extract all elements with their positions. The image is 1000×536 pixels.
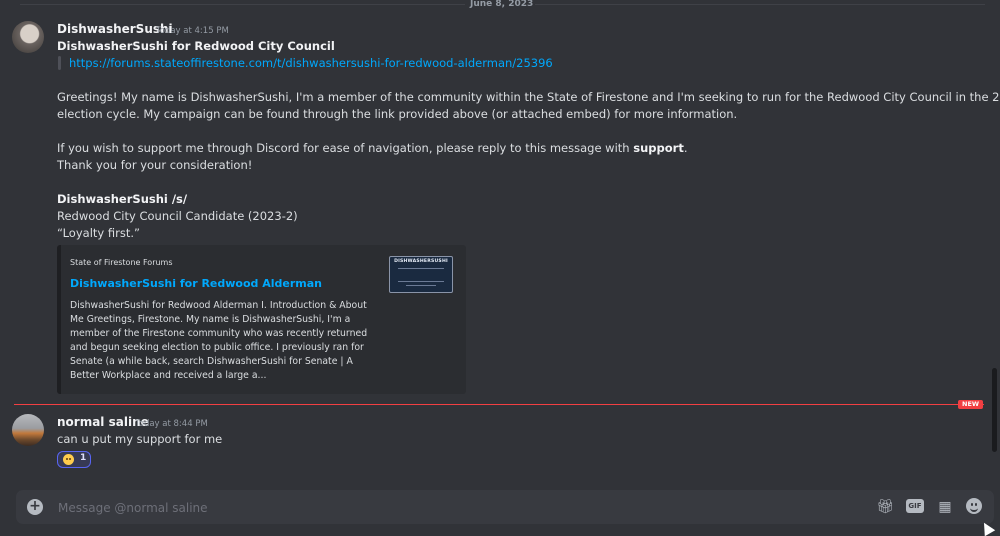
message-paragraph-1-line-1: Greetings! My name is DishwasherSushi, I… bbox=[57, 90, 1000, 104]
message-paragraph-1-line-2: election cycle. My campaign can be found… bbox=[57, 107, 738, 121]
new-badge: NEW bbox=[958, 400, 984, 409]
message-paragraph-2: If you wish to support me through Discor… bbox=[57, 141, 687, 155]
embed-thumbnail[interactable]: DISHWASHERSUSHI bbox=[389, 256, 453, 293]
face-emoji-icon bbox=[63, 454, 74, 465]
gift-icon[interactable]: 🎁︎ bbox=[876, 498, 894, 516]
embed-description: DishwasherSushi for Redwood Alderman I. … bbox=[70, 299, 370, 383]
embed-description-line: member of the Firestone community who wa… bbox=[70, 328, 368, 339]
sticker-icon[interactable]: ▦ bbox=[936, 498, 954, 516]
message-composer: + 🎁︎ GIF ▦ bbox=[16, 490, 994, 524]
link-embed: State of Firestone Forums DishwasherSush… bbox=[57, 245, 466, 394]
signature-title: Redwood City Council Candidate (2023-2) bbox=[57, 209, 298, 223]
message-heading: DishwasherSushi for Redwood City Council bbox=[57, 39, 335, 53]
embed-description-line: and begun seeking election to public off… bbox=[70, 342, 364, 353]
embed-description-line: DishwasherSushi for Redwood Alderman I. … bbox=[70, 300, 367, 311]
message-thanks: Thank you for your consideration! bbox=[57, 158, 253, 172]
date-divider-line-right bbox=[535, 4, 985, 5]
avatar-dishwashersushi[interactable] bbox=[12, 21, 44, 53]
date-divider: June 8, 2023 bbox=[0, 0, 1000, 10]
paragraph-2-text: If you wish to support me through Discor… bbox=[57, 141, 634, 155]
reaction-count: 1 bbox=[80, 453, 87, 463]
support-keyword: support bbox=[633, 141, 684, 155]
quote-bar bbox=[58, 56, 61, 70]
signature-name: DishwasherSushi /s/ bbox=[57, 192, 188, 206]
reaction-button[interactable]: 1 bbox=[57, 451, 91, 468]
campaign-link[interactable]: https://forums.stateoffirestone.com/t/di… bbox=[69, 56, 553, 70]
thumbnail-title: DISHWASHERSUSHI bbox=[394, 259, 448, 264]
date-divider-text: June 8, 2023 bbox=[470, 0, 534, 9]
embed-description-line: Better Workplace and received a large a.… bbox=[70, 370, 267, 381]
paragraph-2-end: . bbox=[683, 141, 688, 155]
avatar-normal-saline[interactable] bbox=[12, 414, 44, 446]
message-input[interactable] bbox=[56, 497, 620, 519]
new-messages-divider bbox=[14, 404, 984, 405]
embed-description-line: Me Greetings, Firestone. My name is Dish… bbox=[70, 314, 351, 325]
signature-motto: “Loyalty first.” bbox=[57, 226, 140, 240]
scrollbar[interactable] bbox=[992, 368, 997, 452]
add-attachment-button[interactable]: + bbox=[27, 499, 43, 515]
message-text: can u put my support for me bbox=[57, 432, 223, 446]
date-divider-line-left bbox=[20, 4, 465, 5]
emoji-picker-button[interactable] bbox=[966, 498, 982, 514]
message-timestamp: Today at 8:44 PM bbox=[135, 419, 208, 429]
embed-provider[interactable]: State of Firestone Forums bbox=[70, 258, 173, 267]
embed-title[interactable]: DishwasherSushi for Redwood Alderman bbox=[70, 277, 322, 290]
gif-button[interactable]: GIF bbox=[906, 499, 924, 513]
embed-description-line: Senate (a while back, search DishwasherS… bbox=[70, 356, 353, 367]
message-timestamp: Today at 4:15 PM bbox=[156, 26, 229, 36]
